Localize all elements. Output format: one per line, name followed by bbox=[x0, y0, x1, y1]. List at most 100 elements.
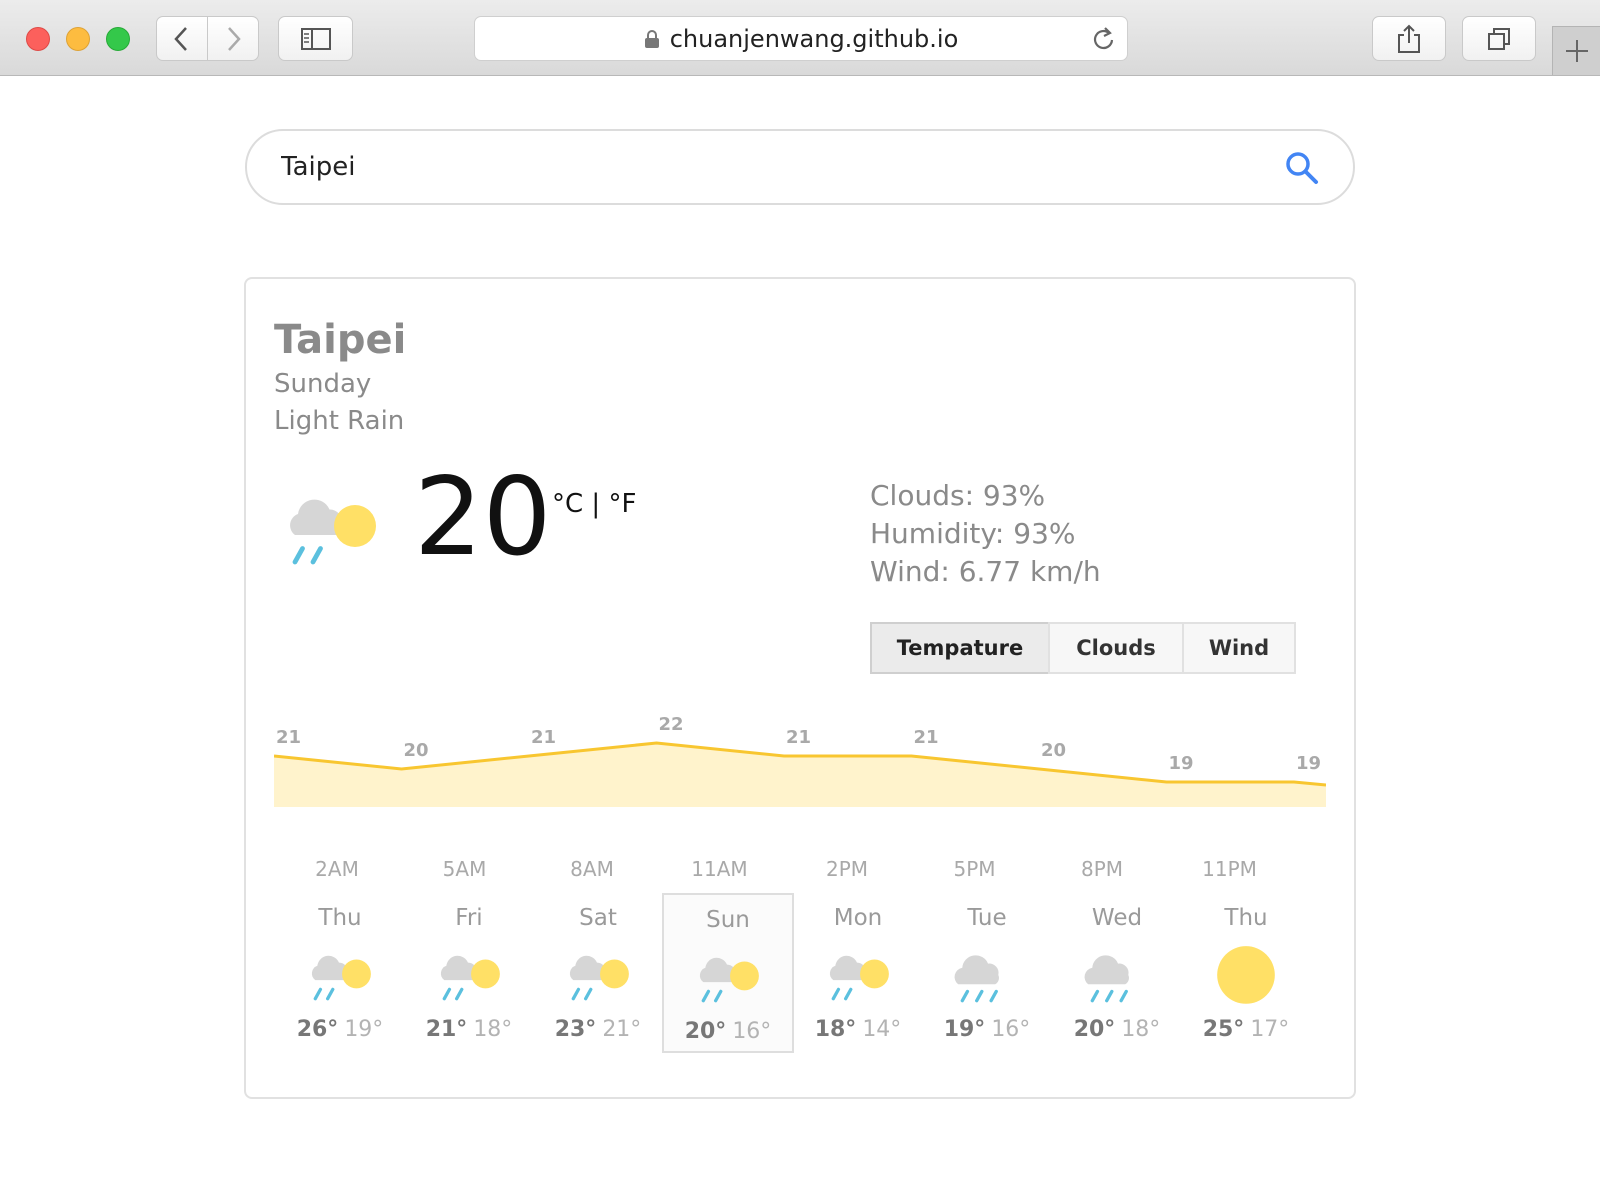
forecast-day-name: Sat bbox=[579, 905, 617, 931]
tab-clouds[interactable]: Clouds bbox=[1048, 622, 1184, 674]
sidebar-icon bbox=[300, 27, 331, 50]
weather-day: Sunday bbox=[274, 369, 372, 399]
chart-data-label: 22 bbox=[659, 714, 684, 735]
forecast-high: 25° bbox=[1202, 1017, 1245, 1042]
zoom-window-button[interactable] bbox=[106, 27, 130, 51]
rain-sun-icon bbox=[290, 499, 376, 565]
forecast-day-name: Fri bbox=[455, 905, 483, 931]
chart-hour-axis: 2AM 5AM 8AM 11AM 2PM 5PM 8PM 11PM bbox=[274, 857, 1326, 887]
city-name: Taipei bbox=[274, 317, 407, 363]
forecast-high: 20° bbox=[1073, 1017, 1116, 1042]
forecast-day[interactable]: Sat 23° 21° bbox=[532, 891, 664, 1051]
sidebar-button[interactable] bbox=[278, 16, 353, 61]
minimize-window-button[interactable] bbox=[66, 27, 90, 51]
forecast-day[interactable]: Tue 19° 16° bbox=[921, 891, 1053, 1051]
wind-stat: Wind: 6.77 km/h bbox=[870, 555, 1101, 588]
forecast-high: 23° bbox=[554, 1017, 597, 1042]
back-button[interactable] bbox=[156, 16, 208, 61]
forecast-temps: 25° 17° bbox=[1182, 1017, 1310, 1042]
chart-hour-label: 8AM bbox=[570, 857, 614, 881]
forecast-day[interactable]: Mon 18° 14° bbox=[792, 891, 924, 1051]
close-window-button[interactable] bbox=[26, 27, 50, 51]
chart-hour-label: 8PM bbox=[1080, 857, 1124, 881]
daily-forecast: Thu 26° 19° Fri 21° 18° Sat 23° 21° Sun 20° 16° Mon 1… bbox=[274, 891, 1334, 1061]
chart-tabs: Tempature Clouds Wind bbox=[870, 622, 1296, 674]
forecast-low: 18° bbox=[1121, 1017, 1161, 1042]
share-button[interactable] bbox=[1372, 16, 1446, 61]
clouds-stat: Clouds: 93% bbox=[870, 479, 1046, 512]
forecast-temps: 20° 18° bbox=[1053, 1017, 1181, 1042]
chart-hour-label: 2PM bbox=[825, 857, 869, 881]
tab-wind[interactable]: Wind bbox=[1182, 622, 1296, 674]
chart-data-label: 21 bbox=[786, 727, 811, 748]
chart-data-label: 21 bbox=[914, 727, 939, 748]
fahrenheit-unit[interactable]: °F bbox=[608, 489, 636, 519]
rain-cloud-icon bbox=[954, 955, 999, 1003]
rain-sun-icon bbox=[440, 955, 500, 1001]
browser-toolbar: chuanjenwang.github.io bbox=[0, 0, 1600, 76]
forward-button[interactable] bbox=[207, 16, 259, 61]
chart-data-label: 19 bbox=[1169, 753, 1194, 774]
new-tab-button[interactable] bbox=[1552, 26, 1600, 75]
chart-hour-label: 11PM bbox=[1202, 857, 1257, 881]
forecast-temps: 21° 18° bbox=[405, 1017, 533, 1042]
back-icon bbox=[174, 26, 187, 51]
url-text: chuanjenwang.github.io bbox=[669, 24, 959, 53]
forecast-day-name: Wed bbox=[1091, 905, 1143, 931]
search-input[interactable] bbox=[281, 145, 1241, 189]
forecast-temps: 23° 21° bbox=[534, 1017, 662, 1042]
weather-card: Taipei Sunday Light Rain 20 °C | °F Clou… bbox=[244, 277, 1356, 1099]
forecast-day-name: Thu bbox=[1224, 905, 1268, 931]
forecast-day[interactable]: Sun 20° 16° bbox=[662, 893, 794, 1053]
forecast-temps: 20° 16° bbox=[664, 1019, 792, 1044]
forecast-low: 16° bbox=[991, 1017, 1031, 1042]
forecast-day-name: Thu bbox=[318, 905, 362, 931]
forecast-low: 17° bbox=[1250, 1017, 1290, 1042]
forecast-day[interactable]: Thu 26° 19° bbox=[274, 891, 406, 1051]
lock-icon bbox=[644, 29, 659, 48]
search-box bbox=[245, 129, 1355, 205]
search-icon[interactable] bbox=[1285, 151, 1319, 185]
celsius-unit[interactable]: °C bbox=[552, 489, 583, 519]
forecast-high: 18° bbox=[814, 1017, 857, 1042]
forecast-low: 19° bbox=[344, 1017, 384, 1042]
chart-data-label: 19 bbox=[1296, 753, 1321, 774]
forecast-high: 19° bbox=[943, 1017, 986, 1042]
forecast-high: 21° bbox=[425, 1017, 468, 1042]
unit-toggle: °C | °F bbox=[552, 489, 636, 519]
address-bar[interactable]: chuanjenwang.github.io bbox=[474, 16, 1128, 61]
share-icon bbox=[1398, 24, 1420, 53]
forecast-day-name: Sun bbox=[706, 907, 750, 933]
forecast-high: 20° bbox=[684, 1019, 727, 1044]
tab-temperature[interactable]: Tempature bbox=[870, 622, 1050, 674]
unit-separator: | bbox=[591, 489, 601, 519]
chart-hour-label: 5AM bbox=[442, 857, 487, 881]
chart-hour-label: 11AM bbox=[691, 857, 748, 881]
plus-icon bbox=[1565, 40, 1588, 62]
chart-data-label: 20 bbox=[1041, 740, 1066, 761]
forecast-low: 16° bbox=[732, 1019, 772, 1044]
temperature-chart: 21 20 21 22 21 21 20 19 19 bbox=[274, 714, 1326, 807]
tabs-overview-button[interactable] bbox=[1462, 16, 1536, 61]
humidity-stat: Humidity: 93% bbox=[870, 517, 1076, 550]
weather-stats: Clouds: 93% Humidity: 93% Wind: 6.77 km/… bbox=[870, 477, 1101, 591]
forecast-high: 26° bbox=[296, 1017, 339, 1042]
chart-data-label: 21 bbox=[531, 727, 556, 748]
forecast-day-name: Mon bbox=[833, 905, 883, 931]
forecast-day[interactable]: Wed 20° 18° bbox=[1051, 891, 1183, 1051]
rain-sun-icon bbox=[311, 955, 371, 1001]
forecast-low: 21° bbox=[602, 1017, 642, 1042]
reload-icon[interactable] bbox=[1091, 25, 1117, 53]
current-temperature: 20 bbox=[414, 455, 552, 580]
weather-condition: Light Rain bbox=[274, 406, 405, 436]
forecast-day[interactable]: Thu 25° 17° bbox=[1180, 891, 1312, 1051]
forecast-low: 14° bbox=[862, 1017, 902, 1042]
chart-data-label: 21 bbox=[276, 727, 301, 748]
forecast-temps: 19° 16° bbox=[923, 1017, 1051, 1042]
forecast-day[interactable]: Fri 21° 18° bbox=[403, 891, 535, 1051]
sun-icon bbox=[1217, 946, 1275, 1004]
rain-sun-icon bbox=[569, 955, 629, 1001]
tabs-icon bbox=[1488, 27, 1510, 50]
forecast-day-name: Tue bbox=[967, 905, 1007, 931]
forecast-temps: 18° 14° bbox=[794, 1017, 922, 1042]
